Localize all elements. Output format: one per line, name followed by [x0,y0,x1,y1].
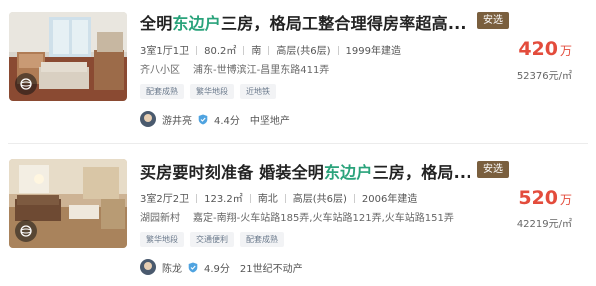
price-unit: 万 [559,44,572,58]
title-text: 三房，格局... [372,163,470,182]
title-text: 三房，格局工整合理得房率超高... [221,14,467,33]
title-text: 全明 [140,14,173,33]
verified-shield-icon [198,114,208,124]
agent-company: 中坚地产 [249,115,290,127]
area: 123.2㎡ [204,194,243,205]
agent-info[interactable]: 陈龙 4.9分 21世纪不动产 [140,259,303,275]
anxuan-badge: 安选 [477,12,509,29]
unit-price: 42219元/㎡ [516,219,572,230]
feature-tags: 配套成熟 繁华地段 近地铁 [140,84,276,99]
property-info: 3室2厅2卫 123.2㎡ 南北 高层(共6层) 2006年建造 [140,190,417,205]
total-price: 420 万 [518,38,572,60]
orientation: 南 [251,46,262,57]
vr-view-icon[interactable] [15,73,37,95]
orientation: 南北 [257,194,278,205]
tag: 繁华地段 [190,84,234,99]
avatar[interactable] [140,111,156,127]
vr-view-icon[interactable] [15,220,37,242]
floor: 高层(共6层) [292,194,347,205]
agent-name[interactable]: 陈龙 [162,260,182,275]
anxuan-badge: 安选 [477,161,509,178]
listing-photo[interactable] [9,159,127,248]
tag: 交通便利 [190,232,234,247]
total-price: 520 万 [518,187,572,209]
tag: 繁华地段 [140,232,184,247]
title-highlight: 东边户 [323,163,373,182]
listing-card-2[interactable]: 买房要时刻准备 婚装全明东边户三房，格局... 安选 3室2厅2卫 123.2㎡ 南… [0,143,596,286]
property-info: 3室1厅1卫 80.2㎡ 南 高层(共6层) 1999年建造 [140,42,401,57]
agent-score: 4.9分 [204,263,230,275]
build-year: 2006年建造 [361,194,418,205]
tag: 近地铁 [240,84,276,99]
unit-price: 52376元/㎡ [516,71,572,82]
feature-tags: 繁华地段 交通便利 配套成熟 [140,232,284,247]
listing-title[interactable]: 全明东边户三房，格局工整合理得房率超高... [140,10,470,34]
build-year: 1999年建造 [345,46,401,57]
address: 嘉定-南翔-火车站路185弄,火车站路121弄,火车站路151弄 [193,213,454,224]
avatar[interactable] [140,259,156,275]
floor: 高层(共6层) [276,46,331,57]
location: 齐八小区 浦东-世博滨江-昌里东路411弄 [140,61,329,76]
verified-shield-icon [188,262,198,272]
layout: 3室2厅2卫 [140,194,190,205]
price-unit: 万 [559,193,572,207]
price-value: 420 [518,38,558,60]
address: 浦东-世博滨江-昌里东路411弄 [193,65,330,76]
community-name[interactable]: 湖园新村 [140,209,180,224]
location: 湖园新村 嘉定-南翔-火车站路185弄,火车站路121弄,火车站路151弄 [140,209,454,224]
tag: 配套成熟 [240,232,284,247]
listing-photo[interactable] [9,12,127,101]
listing-card-1[interactable]: 全明东边户三房，格局工整合理得房率超高... 安选 3室1厅1卫 80.2㎡ 南 高层… [0,0,596,143]
listing-title[interactable]: 买房要时刻准备 婚装全明东边户三房，格局... [140,159,470,183]
tag: 配套成熟 [140,84,184,99]
community-name[interactable]: 齐八小区 [140,61,180,76]
agent-score: 4.4分 [214,115,240,127]
layout: 3室1厅1卫 [140,46,190,57]
agent-name[interactable]: 游井亮 [162,112,192,127]
title-highlight: 东边户 [172,14,222,33]
agent-info[interactable]: 游井亮 4.4分 中坚地产 [140,111,290,127]
area: 80.2㎡ [204,46,237,57]
title-text: 买房要时刻准备 婚装全明 [140,163,324,182]
agent-company: 21世纪不动产 [239,263,303,275]
price-value: 520 [518,187,558,209]
